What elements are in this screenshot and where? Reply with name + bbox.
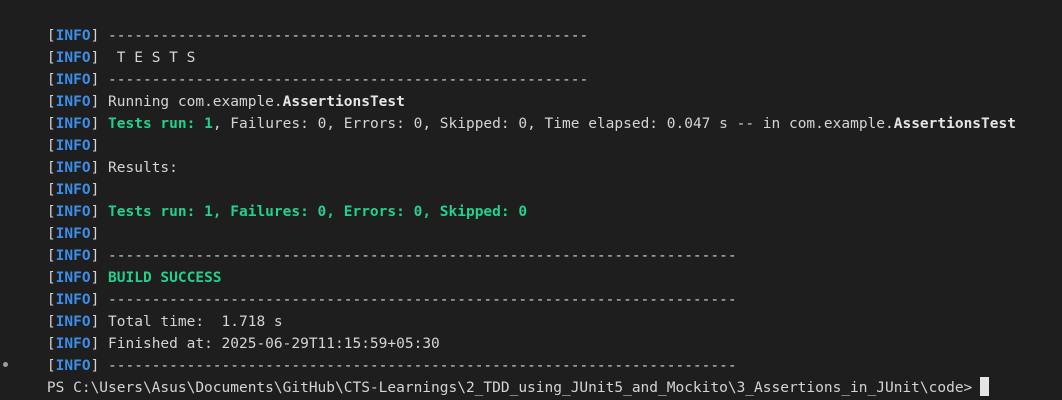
log-line: [INFO] ---------------------------------… xyxy=(12,267,737,308)
log-line: [INFO] Tests run: 1, Failures: 0, Errors… xyxy=(12,179,527,220)
log-line: [INFO] xyxy=(12,157,99,198)
text-cursor xyxy=(980,377,990,396)
log-line: [INFO] Tests run: 1, Failures: 0, Errors… xyxy=(12,91,1016,132)
log-line: [INFO] ---------------------------------… xyxy=(12,3,588,44)
log-line: [INFO] ---------------------------------… xyxy=(12,47,588,88)
log-line: [INFO] T E S T S xyxy=(12,25,195,66)
tests-summary: Tests run: 1, Failures: 0, Errors: 0, Sk… xyxy=(99,204,528,220)
log-line: [INFO] BUILD SUCCESS xyxy=(12,245,222,286)
tests-run-count: Tests run: 1 xyxy=(99,116,213,132)
prompt-path: PS C:\Users\Asus\Documents\GitHub\CTS-Le… xyxy=(46,380,973,396)
log-text: Results: xyxy=(99,160,178,176)
command-decoration-icon[interactable] xyxy=(3,362,8,367)
log-line: [INFO] Finished at: 2025-06-29T11:15:59+… xyxy=(12,311,440,352)
log-line: [INFO] Results: xyxy=(12,135,178,176)
terminal-panel[interactable]: [INFO] ---------------------------------… xyxy=(0,0,1062,400)
log-text: , Failures: 0, Errors: 0, Skipped: 0, Ti… xyxy=(212,116,894,132)
log-line: [INFO] xyxy=(12,113,99,154)
log-line: [INFO] Total time: 1.718 s xyxy=(12,289,283,330)
test-class-name: AssertionsTest xyxy=(893,116,1016,132)
log-line: [INFO] Running com.example.AssertionsTes… xyxy=(12,69,405,110)
log-line: [INFO] xyxy=(12,201,99,242)
log-line: [INFO] ---------------------------------… xyxy=(12,223,737,264)
shell-prompt[interactable]: PS C:\Users\Asus\Documents\GitHub\CTS-Le… xyxy=(12,355,990,396)
log-line: [INFO] ---------------------------------… xyxy=(12,333,737,374)
